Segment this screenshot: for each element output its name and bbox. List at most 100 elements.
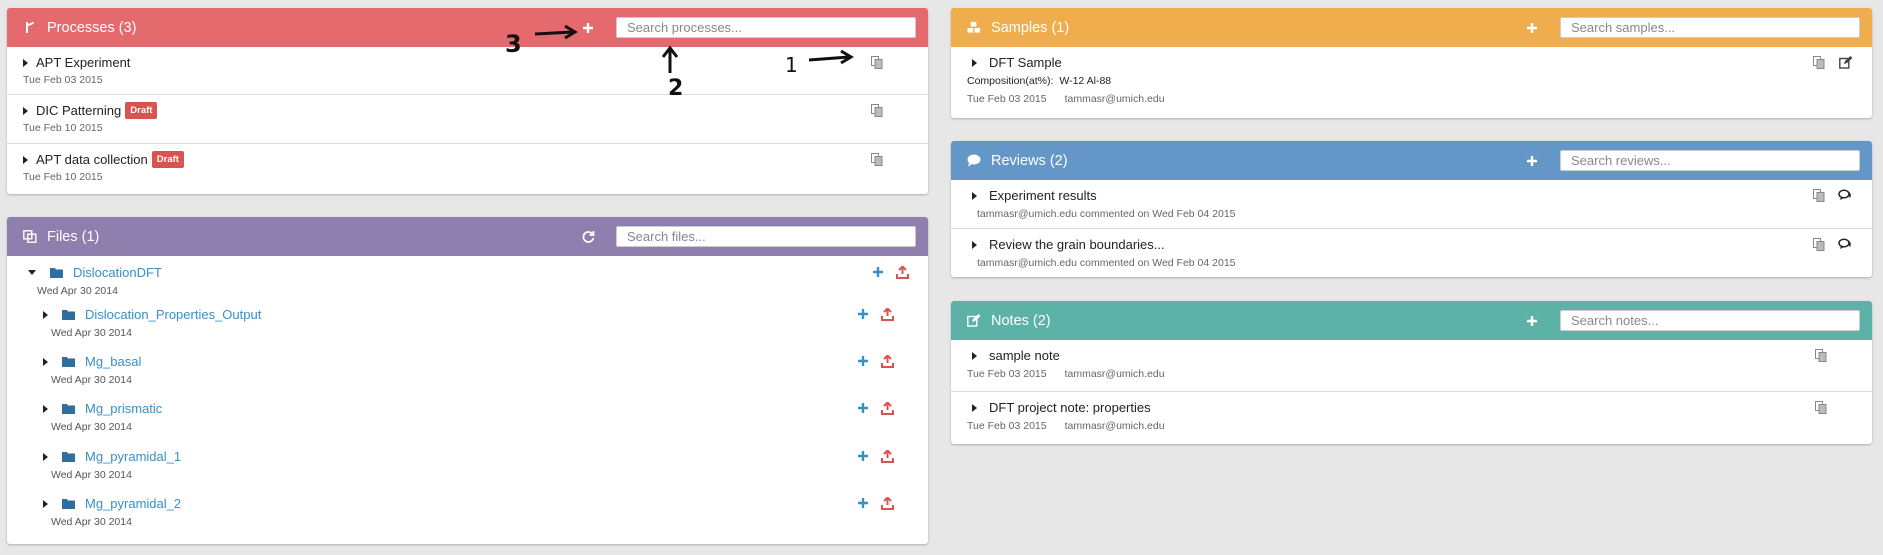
note-row[interactable]: DFT project note: properties Tue Feb 03 … [951,392,1872,444]
sample-date: Tue Feb 03 2015 [967,93,1047,105]
copy-icon[interactable] [1814,400,1828,414]
expand-caret-icon[interactable] [43,310,48,319]
sample-row[interactable]: DFT Sample Composition(at%): W-12 Al-88 T… [951,47,1872,118]
folder-name[interactable]: Dislocation_Properties_Output [85,307,261,322]
expand-caret-icon[interactable] [972,240,977,249]
samples-panel: Samples (1) DFT Sample Composition(at%):… [951,8,1872,118]
expand-caret-icon[interactable] [43,404,48,413]
folder-row[interactable]: Mg_pyramidal_1 Wed Apr 30 2014 [7,440,928,487]
folder-row[interactable]: DislocationDFT Wed Apr 30 2014 [7,256,928,303]
notes-title: Notes (2) [991,312,1051,329]
processes-search-input[interactable] [616,17,916,38]
reviews-header: Reviews (2) [951,141,1872,180]
note-owner: tammasr@umich.edu [1064,368,1165,380]
upload-icon[interactable] [880,401,894,415]
note-row[interactable]: sample note Tue Feb 03 2015 tammasr@umich… [951,340,1872,392]
files-header: Files (1) [7,217,928,256]
copy-icon[interactable] [870,103,884,117]
folder-row[interactable]: Mg_prismatic Wed Apr 30 2014 [7,392,928,439]
comments-icon[interactable] [1838,188,1852,202]
note-name[interactable]: sample note [989,348,1060,363]
expand-caret-icon[interactable] [23,58,28,67]
folder-name[interactable]: DislocationDFT [73,265,162,280]
sample-meta: Tue Feb 03 2015 tammasr@umich.edu [967,93,1860,105]
add-review-button[interactable] [1524,153,1540,169]
folder-name[interactable]: Mg_pyramidal_2 [85,496,181,511]
upload-icon[interactable] [880,449,894,463]
annotation-two: 2 [658,45,698,101]
plus-icon [1527,315,1537,326]
note-meta: Tue Feb 03 2015 tammasr@umich.edu [967,420,1860,432]
folder-date: Wed Apr 30 2014 [51,421,132,433]
folder-name[interactable]: Mg_pyramidal_1 [85,449,181,464]
process-row[interactable]: APT data collection Draft Tue Feb 10 2015 [7,144,928,193]
review-row[interactable]: Experiment results tammasr@umich.edu com… [951,180,1872,229]
notes-panel: Notes (2) sample note Tue Feb 03 2015 tam… [951,301,1872,444]
samples-header: Samples (1) [951,8,1872,47]
note-name[interactable]: DFT project note: properties [989,400,1151,415]
review-name[interactable]: Review the grain boundaries... [989,237,1165,252]
expand-caret-icon[interactable] [43,357,48,366]
folder-name[interactable]: Mg_prismatic [85,401,162,416]
copy-icon[interactable] [870,55,884,69]
upload-icon[interactable] [880,354,894,368]
process-name[interactable]: DIC Patterning [36,103,121,118]
add-file-button[interactable] [856,401,870,415]
edit-icon[interactable] [1838,55,1852,69]
process-name[interactable]: APT data collection [36,152,148,167]
folder-name[interactable]: Mg_basal [85,354,141,369]
files-title: Files (1) [47,228,100,245]
expand-caret-icon[interactable] [23,106,28,115]
reviews-search-input[interactable] [1560,150,1860,171]
expand-caret-icon[interactable] [972,403,977,412]
folder-row[interactable]: Mg_pyramidal_2 Wed Apr 30 2014 [7,487,928,534]
upload-icon[interactable] [880,307,894,321]
expand-caret-icon[interactable] [23,155,28,164]
plus-icon [1527,22,1537,33]
review-meta: tammasr@umich.edu commented on Wed Feb 0… [977,257,1236,269]
copy-icon[interactable] [1814,348,1828,362]
add-file-button[interactable] [871,265,885,279]
add-file-button[interactable] [856,354,870,368]
edit-icon [967,314,981,328]
process-date: Tue Feb 10 2015 [23,122,103,134]
folder-icon [62,357,75,367]
expand-caret-icon[interactable] [972,58,977,67]
samples-title: Samples (1) [991,19,1070,36]
copy-icon[interactable] [1812,237,1826,251]
add-file-button[interactable] [856,449,870,463]
process-name[interactable]: APT Experiment [36,55,130,70]
upload-icon[interactable] [880,496,894,510]
review-row[interactable]: Review the grain boundaries... tammasr@u… [951,229,1872,277]
folder-icon [62,499,75,509]
add-file-button[interactable] [856,496,870,510]
add-sample-button[interactable] [1524,20,1540,36]
process-row[interactable]: DIC Patterning Draft Tue Feb 10 2015 [7,95,928,144]
folder-row[interactable]: Dislocation_Properties_Output Wed Apr 30… [7,298,928,345]
folder-date: Wed Apr 30 2014 [51,327,132,339]
copy-icon[interactable] [870,152,884,166]
copy-icon[interactable] [1812,55,1826,69]
expand-caret-icon[interactable] [972,351,977,360]
folder-row[interactable]: Mg_basal Wed Apr 30 2014 [7,345,928,392]
upload-icon[interactable] [895,265,909,279]
comments-icon[interactable] [1838,237,1852,251]
sample-composition: Composition(at%): W-12 Al-88 [967,75,1860,87]
samples-search-input[interactable] [1560,17,1860,38]
expand-caret-icon[interactable] [43,452,48,461]
processes-panel: Processes (3) APT Experiment Tue Feb 03 … [7,8,928,194]
notes-search-input[interactable] [1560,310,1860,331]
refresh-files-button[interactable] [580,229,596,245]
sample-name[interactable]: DFT Sample [989,55,1062,70]
expand-caret-icon[interactable] [43,499,48,508]
annotation-one-label: 1 [785,53,798,75]
expand-caret-icon[interactable] [972,191,977,200]
annotation-one: 1 [785,45,855,77]
review-name[interactable]: Experiment results [989,188,1097,203]
collapse-caret-icon[interactable] [28,270,36,275]
add-file-button[interactable] [856,307,870,321]
files-panel: Files (1) DislocationDFT Wed Apr 30 2014… [7,217,928,544]
copy-icon[interactable] [1812,188,1826,202]
files-search-input[interactable] [616,226,916,247]
add-note-button[interactable] [1524,313,1540,329]
